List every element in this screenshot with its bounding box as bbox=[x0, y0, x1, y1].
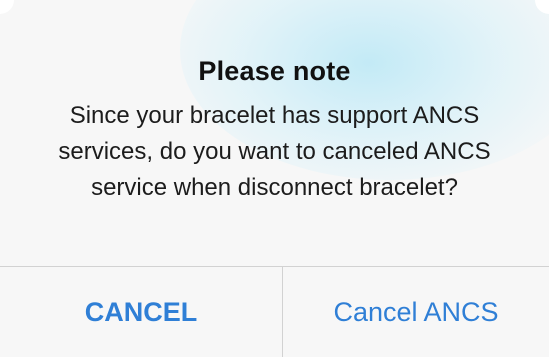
cancel-ancs-button[interactable]: Cancel ANCS bbox=[283, 267, 549, 357]
alert-message: Since your bracelet has support ANCS ser… bbox=[58, 102, 491, 201]
cancel-button[interactable]: CANCEL bbox=[0, 267, 282, 357]
alert-title: Please note bbox=[198, 56, 351, 86]
alert-content: Please note Since your bracelet has supp… bbox=[0, 0, 549, 266]
alert-dialog: Please note Since your bracelet has supp… bbox=[0, 0, 549, 357]
